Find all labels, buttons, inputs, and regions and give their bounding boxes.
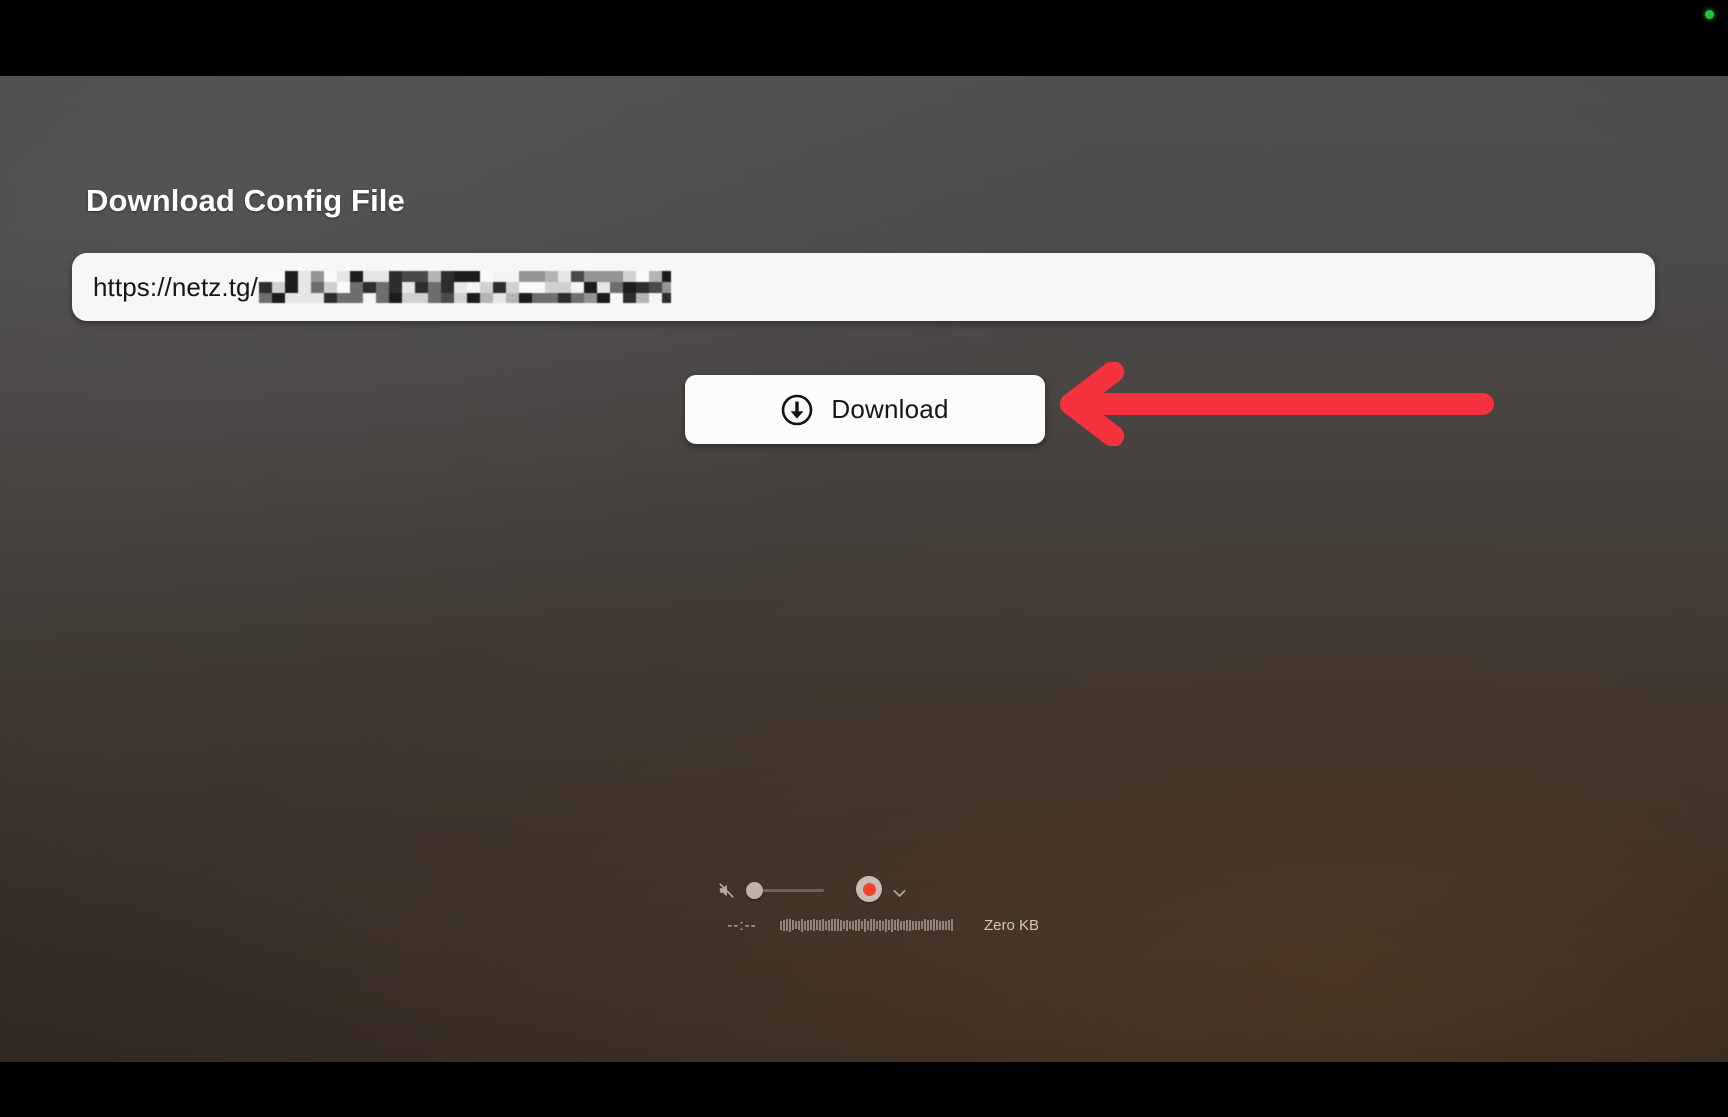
volume-slider-thumb[interactable] xyxy=(746,882,763,899)
chevron-down-icon xyxy=(893,885,906,897)
url-input-content: https://netz.tg/ xyxy=(72,271,671,303)
record-dot-icon xyxy=(862,882,876,896)
volume-slider-track xyxy=(755,889,824,892)
chevron-down-button[interactable] xyxy=(890,880,908,898)
media-status-row: --:-- Zero KB xyxy=(708,913,1039,937)
record-button[interactable] xyxy=(856,876,882,902)
letterbox-bottom xyxy=(0,1062,1728,1117)
media-controls-row xyxy=(708,875,826,905)
download-button[interactable]: Download xyxy=(685,375,1045,444)
recording-size: Zero KB xyxy=(984,916,1040,934)
speaker-muted-icon[interactable] xyxy=(717,881,736,900)
download-button-label: Download xyxy=(831,394,949,424)
volume-slider[interactable] xyxy=(746,880,826,900)
app-window: Download Config File https://netz.tg/ Do… xyxy=(0,0,1728,1117)
url-redacted-mosaic xyxy=(258,271,671,303)
media-controls-panel: --:-- Zero KB xyxy=(708,875,1039,947)
config-url-input[interactable]: https://netz.tg/ xyxy=(72,253,1655,321)
download-circle-icon xyxy=(781,394,813,426)
status-indicator-dot xyxy=(1705,10,1714,19)
letterbox-top xyxy=(0,0,1728,76)
page-title: Download Config File xyxy=(86,183,405,218)
recording-time: --:-- xyxy=(727,916,757,934)
audio-waveform xyxy=(780,917,972,933)
url-input-value: https://netz.tg/ xyxy=(93,271,258,302)
